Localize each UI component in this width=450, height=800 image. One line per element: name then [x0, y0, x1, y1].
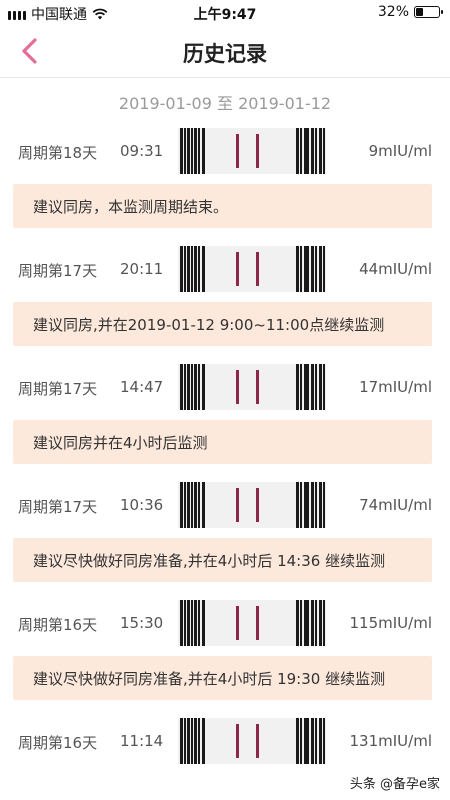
cycle-day-label: 周期第17天 — [18, 262, 98, 280]
record-time: 20:11 — [120, 260, 164, 278]
advice-text: 建议尽快做好同房准备,并在4小时后 14:36 继续监测 — [33, 552, 386, 570]
record-time: 15:30 — [120, 614, 164, 632]
record-row[interactable]: 周期第17天 14:47 17mIU/ml — [0, 358, 450, 420]
page-title: 历史记录 — [183, 42, 267, 66]
advice-banner: 建议尽快做好同房准备,并在4小时后 19:30 继续监测 — [13, 656, 432, 700]
watermark: 头条 @备孕e家 — [349, 777, 440, 792]
battery-group: 32% — [377, 4, 443, 20]
record-time: 10:36 — [120, 496, 164, 514]
nav-bar: 历史记录 — [0, 26, 450, 78]
test-strip-image — [178, 128, 326, 174]
record-time: 14:47 — [120, 378, 164, 396]
advice-text: 建议同房,并在2019-01-12 9:00~11:00点继续监测 — [33, 316, 385, 334]
record-row[interactable]: 周期第17天 20:11 44mIU/ml — [0, 240, 450, 302]
battery-icon — [414, 6, 443, 18]
status-bar: 中国联通 上午9:47 32% — [0, 0, 450, 26]
cycle-day-label: 周期第16天 — [18, 616, 98, 634]
advice-banner: 建议同房并在4小时后监测 — [13, 420, 432, 464]
record-row[interactable]: 周期第18天 09:31 9mIU/ml — [0, 122, 450, 184]
advice-text: 建议尽快做好同房准备,并在4小时后 19:30 继续监测 — [33, 670, 386, 688]
advice-text: 建议同房，本监测周期结束。 — [33, 198, 229, 216]
advice-banner: 建议同房,并在2019-01-12 9:00~11:00点继续监测 — [13, 302, 432, 346]
record-list: 周期第18天 09:31 9mIU/ml 建议同房，本监测周期结束。周期第17天 20:… — [0, 122, 450, 774]
test-strip-image — [178, 600, 326, 646]
lh-value: 115mIU/ml — [349, 614, 432, 632]
record-row[interactable]: 周期第16天 15:30 115mIU/ml — [0, 594, 450, 656]
record-time: 11:14 — [120, 732, 164, 750]
cycle-day-label: 周期第17天 — [18, 498, 98, 516]
lh-value: 44mIU/ml — [359, 260, 432, 278]
record-time: 09:31 — [120, 142, 164, 160]
advice-text: 建议同房并在4小时后监测 — [33, 434, 208, 452]
lh-value: 74mIU/ml — [359, 496, 432, 514]
date-range: 2019-01-09 至 2019-01-12 — [118, 94, 332, 113]
test-strip-image — [178, 246, 326, 292]
record-row[interactable]: 周期第16天 11:14 131mIU/ml — [0, 712, 450, 774]
advice-banner: 建议同房，本监测周期结束。 — [13, 184, 432, 228]
cycle-day-label: 周期第18天 — [18, 144, 98, 162]
lh-value: 9mIU/ml — [368, 142, 432, 160]
test-strip-image — [178, 482, 326, 528]
cycle-day-label: 周期第16天 — [18, 734, 98, 752]
lh-value: 131mIU/ml — [349, 732, 432, 750]
test-strip-image — [178, 718, 326, 764]
record-row[interactable]: 周期第17天 10:36 74mIU/ml — [0, 476, 450, 538]
test-strip-image — [178, 364, 326, 410]
battery-percent: 32% — [377, 4, 409, 20]
lh-value: 17mIU/ml — [359, 378, 432, 396]
advice-banner: 建议尽快做好同房准备,并在4小时后 14:36 继续监测 — [13, 538, 432, 582]
cycle-day-label: 周期第17天 — [18, 380, 98, 398]
